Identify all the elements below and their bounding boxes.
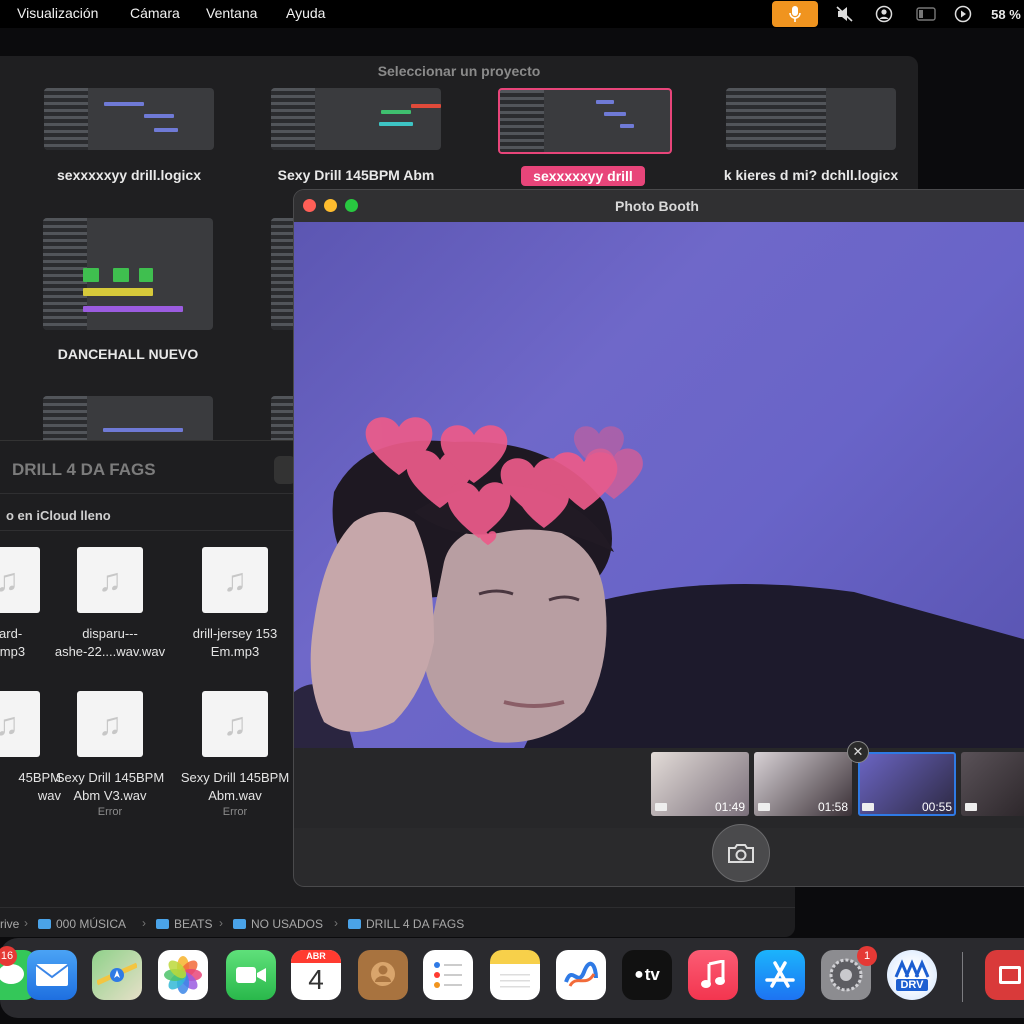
photo-booth-app-icon[interactable]	[985, 950, 1024, 1000]
title-bar[interactable]: Photo Booth	[294, 190, 1024, 222]
microphone-icon[interactable]	[772, 1, 818, 27]
chevron-right-icon: ›	[142, 916, 146, 930]
user-icon[interactable]	[873, 0, 895, 28]
video-duration: 00:55	[921, 800, 952, 814]
music-file-icon: ♫	[202, 547, 268, 613]
project-thumbnail[interactable]	[43, 218, 213, 330]
music-file-icon: ♫	[0, 691, 40, 757]
tv-label: tv	[644, 965, 660, 984]
camera-feed-image	[294, 417, 1024, 748]
project-label[interactable]: sexxxxxyy drill.logicx	[29, 167, 229, 183]
thumbnail-strip: 01:49 01:58 00:55 ✕	[294, 741, 1024, 828]
video-camera-icon	[758, 803, 770, 811]
video-thumbnail[interactable]: 01:49	[651, 752, 749, 816]
project-thumbnail-selected[interactable]	[498, 88, 672, 154]
mail-app-icon[interactable]	[27, 950, 77, 1000]
camera-preview	[294, 222, 1024, 748]
video-camera-icon	[965, 803, 977, 811]
folder-icon	[38, 919, 51, 929]
video-thumbnail-selected[interactable]: 00:55	[858, 752, 956, 816]
project-thumbnail[interactable]	[726, 88, 896, 150]
path-segment[interactable]: 000 MÚSICA	[38, 917, 126, 931]
reminders-app-icon[interactable]	[423, 950, 473, 1000]
menu-bar: Visualización Cámara Ventana Ayuda 58 %	[0, 0, 1024, 28]
path-segment[interactable]: rive	[0, 917, 19, 931]
chevron-right-icon: ›	[219, 916, 223, 930]
chevron-right-icon: ›	[334, 916, 338, 930]
calendar-app-icon[interactable]: ABR 4	[291, 950, 341, 1000]
video-duration: 01:49	[714, 800, 745, 814]
photo-booth-window: Photo Booth 01:49 01:58 00:55 ✕	[294, 190, 1024, 886]
menu-camara[interactable]: Cámara	[130, 5, 180, 21]
dock: 16 ABR 4 ● tv 1 DRV	[0, 938, 1024, 1018]
close-icon[interactable]: ✕	[847, 741, 869, 763]
path-segment[interactable]: NO USADOS	[233, 917, 323, 931]
mute-icon[interactable]	[834, 0, 856, 28]
folder-icon	[156, 919, 169, 929]
file-error-label: Error	[97, 806, 123, 818]
drv-label: DRV	[896, 979, 928, 991]
maps-app-icon[interactable]	[92, 950, 142, 1000]
storage-warning: o en iCloud lleno	[6, 508, 111, 523]
music-file-icon: ♫	[77, 691, 143, 757]
project-label[interactable]: Sexy Drill 145BPM Abm	[256, 167, 456, 183]
contacts-app-icon[interactable]	[358, 950, 408, 1000]
drv-app-icon[interactable]: DRV	[887, 950, 937, 1000]
music-file-icon: ♫	[77, 547, 143, 613]
project-label[interactable]: DANCEHALL NUEVO	[28, 346, 228, 362]
file-name: disparu--- ashe-22....wav.wav	[54, 626, 166, 659]
file-name: drill-jersey 153 Em.mp3	[192, 626, 278, 659]
calendar-day: 4	[308, 964, 324, 995]
calendar-month: ABR	[291, 950, 341, 963]
camera-icon	[728, 844, 754, 863]
path-segment[interactable]: BEATS	[156, 917, 212, 931]
battery-percentage[interactable]: 58 %	[988, 0, 1024, 28]
path-segment[interactable]: DRILL 4 DA FAGS	[348, 917, 464, 931]
menu-ayuda[interactable]: Ayuda	[286, 5, 325, 21]
music-file-icon: ♫	[0, 547, 40, 613]
folder-icon	[348, 919, 361, 929]
take-photo-button[interactable]	[712, 824, 770, 882]
video-thumbnail[interactable]: 01:58	[754, 752, 852, 816]
view-toggle[interactable]	[274, 456, 296, 484]
file-error-label: Error	[222, 806, 248, 818]
tv-app-icon[interactable]: ● tv	[622, 950, 672, 1000]
video-camera-icon	[655, 803, 667, 811]
project-thumbnail[interactable]	[271, 88, 441, 150]
music-app-icon[interactable]	[688, 950, 738, 1000]
facetime-app-icon[interactable]	[226, 950, 276, 1000]
menu-ventana[interactable]: Ventana	[206, 5, 257, 21]
dock-divider	[962, 952, 963, 1002]
freeform-app-icon[interactable]	[556, 950, 606, 1000]
project-label[interactable]: k kieres d mi? dchll.logicx	[706, 167, 916, 183]
video-thumbnail[interactable]	[961, 752, 1024, 816]
finder-title: DRILL 4 DA FAGS	[12, 460, 156, 479]
project-thumbnail[interactable]	[44, 88, 214, 150]
window-title: Photo Booth	[615, 198, 699, 214]
notification-badge: 1	[857, 946, 877, 966]
display-icon[interactable]	[914, 0, 938, 28]
play-icon[interactable]	[952, 0, 974, 28]
path-bar: rive › 000 MÚSICA › BEATS › NO USADOS › …	[0, 907, 795, 937]
window-title: Seleccionar un proyecto	[377, 63, 541, 79]
menu-visualizacion[interactable]: Visualización	[17, 5, 98, 21]
app-store-icon[interactable]	[755, 950, 805, 1000]
file-name: Sexy Drill 145BPM Abm V3.wav	[55, 770, 165, 803]
photos-app-icon[interactable]	[158, 950, 208, 1000]
chevron-right-icon: ›	[24, 916, 28, 930]
video-duration: 01:58	[817, 800, 848, 814]
project-label-selected[interactable]: sexxxxxyy drill	[521, 166, 645, 186]
notes-app-icon[interactable]	[490, 950, 540, 1000]
folder-icon	[233, 919, 246, 929]
video-camera-icon	[862, 803, 874, 811]
music-file-icon: ♫	[202, 691, 268, 757]
file-name: Sexy Drill 145BPM Abm.wav	[180, 770, 290, 803]
